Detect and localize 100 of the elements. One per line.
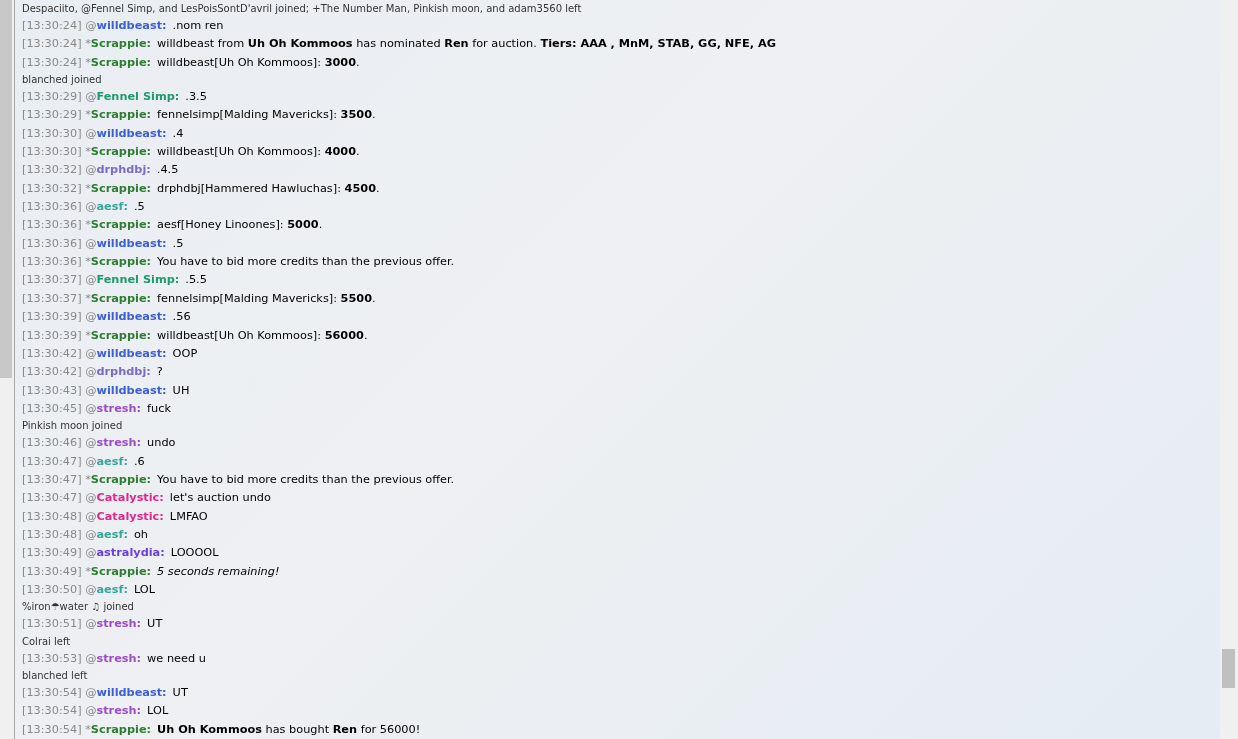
chat-message: .5 (133, 200, 145, 214)
chat-message: willdbeast[Uh Oh Kommoos]: 56000. (157, 328, 368, 342)
timestamp: [13:30:36] (22, 218, 82, 232)
username[interactable]: @willdbeast: (85, 383, 173, 397)
chat-message: aesf[Honey Linoones]: 5000. (157, 218, 323, 232)
username[interactable]: @stresh: (85, 651, 148, 665)
timestamp: [13:30:54] (22, 686, 82, 699)
scrollbar-thumb[interactable] (0, 0, 12, 378)
timestamp: [13:30:54] (22, 704, 82, 718)
timestamp: [13:30:50] (22, 582, 82, 596)
chat-message: willdbeast from Uh Oh Kommoos has nominated Ren for auction. Tiers: AAA , MnM, STAB, GG, NFE, AG (157, 37, 776, 51)
chat-message: ? (156, 365, 163, 379)
scrollbar-thumb[interactable] (1222, 649, 1235, 688)
username[interactable]: *Scrappie: (85, 291, 158, 305)
timestamp: [13:30:45] (22, 401, 82, 415)
chat-message: LOL (147, 704, 169, 718)
username[interactable]: @aesf: (85, 527, 134, 541)
chat-message: OOP (172, 346, 198, 360)
chat-message: You have to bid more credits than the previous offer. (157, 255, 455, 269)
timestamp: [13:30:48] (22, 527, 82, 541)
username[interactable]: @willdbeast: (85, 310, 173, 324)
username[interactable]: @drphdbj: (85, 163, 157, 177)
timestamp: [13:30:47] (22, 472, 82, 486)
timestamp: [13:30:36] (22, 200, 82, 214)
username[interactable]: *Scrappie: (85, 472, 158, 486)
username[interactable]: *Scrappie: (85, 181, 158, 195)
chat-message: UT (172, 686, 188, 699)
username[interactable]: *Scrappie: (85, 328, 158, 342)
chat-message: let's auction undo (169, 491, 271, 505)
chat-message: drphdbj[Hammered Hawluchas]: 4500. (157, 181, 380, 195)
username[interactable]: @stresh: (85, 617, 148, 631)
chat-message: oh (133, 527, 148, 541)
username[interactable]: *Scrappie: (85, 55, 158, 69)
chat-message: .4 (172, 126, 184, 140)
timestamp: [13:30:54] (22, 722, 82, 736)
username[interactable]: @stresh: (85, 704, 148, 718)
timestamp: [13:30:53] (22, 651, 82, 665)
username[interactable]: @astralydia: (85, 546, 171, 560)
username[interactable]: @willdbeast: (85, 19, 173, 32)
timestamp: [13:30:39] (22, 328, 82, 342)
join-leave-notice: blanched joined (22, 73, 103, 88)
chat-message: willdbeast[Uh Oh Kommoos]: 4000. (157, 145, 360, 159)
chat-message: UT (147, 617, 163, 631)
username[interactable]: @willdbeast: (85, 236, 173, 250)
timestamp: [13:30:24] (22, 19, 82, 32)
username[interactable]: *Scrappie: (85, 255, 158, 269)
timestamp: [13:30:24] (22, 55, 82, 69)
timestamp: [13:30:49] (22, 546, 82, 560)
username[interactable]: @willdbeast: (85, 686, 173, 699)
chat-message: we need u (147, 651, 206, 665)
username[interactable]: @willdbeast: (85, 126, 173, 140)
join-leave-notice: Pinkish moon joined (22, 419, 124, 434)
username[interactable]: @Catalystic: (85, 509, 170, 523)
timestamp: [13:30:47] (22, 491, 82, 505)
username[interactable]: @aesf: (85, 454, 134, 468)
timestamp: [13:30:32] (22, 181, 82, 195)
timestamp: [13:30:24] (22, 37, 82, 51)
timestamp: [13:30:36] (22, 255, 82, 269)
username[interactable]: @willdbeast: (85, 346, 173, 360)
chat-message: LOL (133, 582, 155, 596)
chat-message: You have to bid more credits than the previous offer. (157, 472, 455, 486)
chat-message: .3.5 (185, 90, 207, 104)
username[interactable]: *Scrappie: (85, 108, 158, 122)
chat-message: .5.5 (185, 273, 207, 287)
join-leave-notice: Despaciito, @Fennel Simp, and LesPoisSontD'avril joined; +The Number Man, Pinkish moon, and adam3560 left (22, 2, 583, 16)
join-leave-notice: blanched left (22, 669, 89, 683)
timestamp: [13:30:47] (22, 454, 82, 468)
join-leave-notice: Colrai left (22, 634, 72, 649)
timestamp: [13:30:30] (22, 126, 82, 140)
timestamp: [13:30:42] (22, 365, 82, 379)
chat-message: .6 (133, 454, 145, 468)
chat-message: fuck (147, 401, 171, 415)
timestamp: [13:30:29] (22, 90, 82, 104)
username[interactable]: @Fennel Simp: (85, 90, 186, 104)
timestamp: [13:30:49] (22, 564, 82, 578)
username[interactable]: *Scrappie: (85, 145, 158, 159)
timestamp: [13:30:37] (22, 273, 82, 287)
username[interactable]: @Catalystic: (85, 491, 170, 505)
chat-message: Uh Oh Kommoos has bought Ren for 56000! (157, 722, 421, 736)
timestamp: [13:30:32] (22, 163, 82, 177)
username[interactable]: @drphdbj: (85, 365, 157, 379)
username[interactable]: @stresh: (85, 401, 148, 415)
username[interactable]: *Scrappie: (85, 218, 158, 232)
username[interactable]: *Scrappie: (85, 37, 158, 51)
chat-message: .4.5 (156, 163, 179, 177)
chat-message: undo (147, 436, 176, 450)
username[interactable]: @aesf: (85, 582, 134, 596)
timestamp: [13:30:29] (22, 108, 82, 122)
chat-message: fennelsimp[Malding Mavericks]: 5500. (157, 291, 376, 305)
username[interactable]: @Fennel Simp: (85, 273, 186, 287)
username[interactable]: *Scrappie: (85, 722, 158, 736)
username[interactable]: @aesf: (85, 200, 134, 214)
timestamp: [13:30:30] (22, 145, 82, 159)
chat-message: .nom ren (172, 19, 224, 32)
chat-message: LMFAO (169, 509, 208, 523)
username[interactable]: *Scrappie: (85, 564, 158, 578)
timestamp: [13:30:51] (22, 617, 82, 631)
chat-message: UH (172, 383, 190, 397)
chat-message: fennelsimp[Malding Mavericks]: 3500. (157, 108, 376, 122)
username[interactable]: @stresh: (85, 436, 148, 450)
